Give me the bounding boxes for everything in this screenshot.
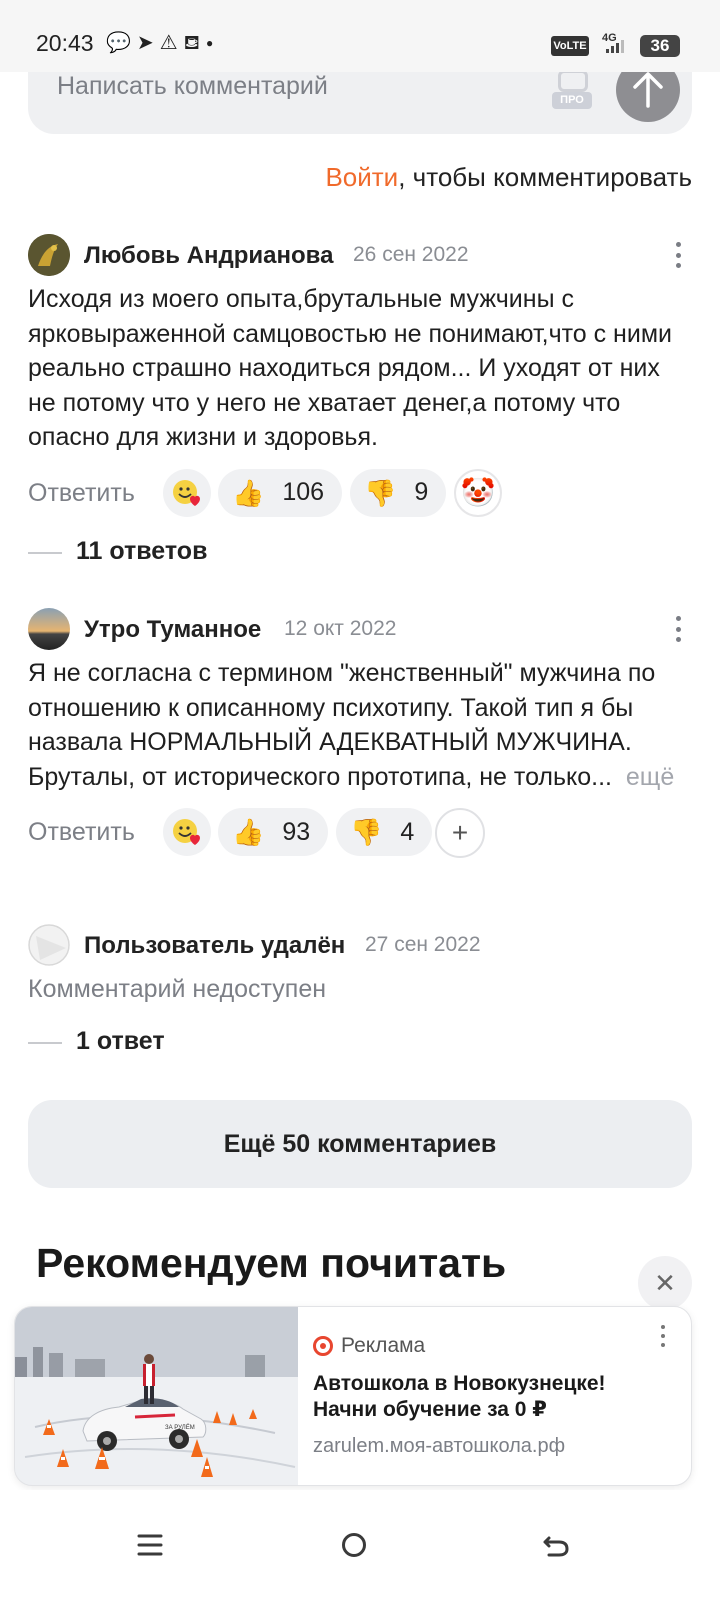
comment-author: Пользователь удалён xyxy=(84,932,346,959)
thumbs-down-icon: 👎 xyxy=(350,817,383,847)
more-options-icon[interactable] xyxy=(674,616,682,642)
section-title: Рекомендуем почитать xyxy=(36,1240,507,1286)
comment-date: 12 окт 2022 xyxy=(284,617,397,640)
clown-icon: 🤡 xyxy=(460,477,496,508)
add-reaction-plus-button[interactable]: + xyxy=(435,808,485,858)
app-icon: ⛾ xyxy=(183,32,200,54)
like-count: 106 xyxy=(282,478,325,506)
nav-recents-button[interactable] xyxy=(120,1520,180,1570)
nav-home-button[interactable] xyxy=(324,1520,384,1570)
comment-placeholder: Написать комментарий xyxy=(57,72,328,100)
ad-marker-icon xyxy=(313,1336,333,1356)
battery-icon: 36 xyxy=(640,35,680,57)
ad-card[interactable]: ЗА РУЛЁМ Реклама Автошкола в Новокузнецк… xyxy=(14,1306,692,1486)
ad-more-options-icon[interactable] xyxy=(659,1325,667,1347)
smiley-heart-icon xyxy=(173,479,200,506)
login-link[interactable]: Войти xyxy=(325,162,398,192)
replies-dash xyxy=(28,552,62,554)
ad-title[interactable]: Автошкола в Новокузнецке! Начни обучение… xyxy=(313,1371,673,1423)
avatar[interactable] xyxy=(28,234,70,276)
replies-count: 1 ответ xyxy=(76,1027,165,1055)
notification-icons: 💬 ➤ ⚠ ⛾ ● xyxy=(106,32,213,54)
menu-icon xyxy=(137,1534,163,1556)
comment-text: Исходя из моего опыта,брутальные мужчины… xyxy=(28,285,672,451)
chat-icon: 💬 xyxy=(106,32,131,54)
comment-body: Я не согласна с термином "женственный" м… xyxy=(28,659,656,791)
reply-button[interactable]: Ответить xyxy=(28,479,135,508)
volte-badge: VoLTE xyxy=(551,36,589,56)
add-reaction-button[interactable] xyxy=(163,468,211,517)
ad-image: ЗА РУЛЁМ xyxy=(15,1307,298,1485)
dislike-count: 4 xyxy=(400,817,415,846)
login-text: , чтобы комментировать xyxy=(398,162,692,192)
like-button[interactable]: 👍 106 xyxy=(218,468,343,517)
signal-icon xyxy=(606,40,624,53)
comment-author[interactable]: Любовь Андрианова xyxy=(84,242,333,270)
dislike-button[interactable]: 👎 4 xyxy=(336,808,433,856)
comment-actions: Ответить 👍 93 👎 4 + xyxy=(28,808,692,858)
reply-button[interactable]: Ответить xyxy=(28,818,135,847)
ad-url[interactable]: zarulem.моя-автошкола.рф xyxy=(313,1435,565,1458)
comment-text: Я не согласна с термином "женственный" м… xyxy=(28,656,692,794)
ad-car-text: ЗА РУЛЁМ xyxy=(165,1424,195,1431)
comment-item: Пользователь удалён 27 сен 2022 Коммента… xyxy=(28,924,692,1007)
add-reaction-button[interactable] xyxy=(163,808,211,856)
like-button[interactable]: 👍 93 xyxy=(218,808,329,856)
camera-icon xyxy=(558,70,588,92)
dislike-button[interactable]: 👎 9 xyxy=(350,468,447,517)
pro-badge: ПРО xyxy=(552,92,592,109)
thumbs-down-icon: 👎 xyxy=(364,477,397,508)
home-icon xyxy=(342,1533,366,1557)
expand-link[interactable]: ещё xyxy=(626,763,674,791)
like-count: 93 xyxy=(282,817,311,846)
dislike-count: 9 xyxy=(414,478,429,506)
status-bar: 20:43 💬 ➤ ⚠ ⛾ ● VoLTE 4G 36 xyxy=(0,0,720,72)
dot-icon: ● xyxy=(205,36,214,50)
smiley-heart-icon xyxy=(173,819,200,845)
comment-item: Утро Туманное 12 окт 2022 Я не согласна … xyxy=(28,608,692,858)
navigation-bar xyxy=(0,1490,720,1600)
comment-unavailable: Комментарий недоступен xyxy=(28,975,327,1003)
comment-date: 26 сен 2022 xyxy=(353,243,469,266)
comment-date: 27 сен 2022 xyxy=(365,933,481,956)
telegram-icon: ➤ xyxy=(136,32,154,54)
ad-label-text: Реклама xyxy=(341,1334,426,1357)
photo-pro-button[interactable]: ПРО xyxy=(551,68,595,110)
comment-author[interactable]: Утро Туманное xyxy=(84,616,261,644)
replies-count: 11 ответов xyxy=(76,537,208,565)
warning-icon: ⚠ xyxy=(159,32,178,54)
avatar-deleted xyxy=(28,924,70,966)
thumbs-up-icon: 👍 xyxy=(232,477,265,508)
nav-back-button[interactable] xyxy=(526,1520,586,1570)
avatar[interactable] xyxy=(28,608,70,650)
ad-label: Реклама xyxy=(313,1334,425,1358)
status-time: 20:43 xyxy=(36,30,94,56)
more-options-icon[interactable] xyxy=(674,242,682,268)
replies-dash xyxy=(28,1042,62,1044)
login-prompt: Войти, чтобы комментировать xyxy=(325,162,692,193)
comment-item: Любовь Андрианова 26 сен 2022 Исходя из … xyxy=(28,234,692,519)
more-comments-button[interactable]: Ещё 50 комментариев xyxy=(28,1100,692,1188)
plus-icon: + xyxy=(451,817,469,848)
back-icon xyxy=(543,1536,569,1557)
comment-actions: Ответить 👍 106 👎 9 🤡 xyxy=(28,468,692,519)
clown-reaction-button[interactable]: 🤡 xyxy=(454,468,502,517)
ad-close-button[interactable]: ✕ xyxy=(638,1256,692,1310)
close-icon: ✕ xyxy=(654,1267,676,1298)
thumbs-up-icon: 👍 xyxy=(232,817,265,847)
